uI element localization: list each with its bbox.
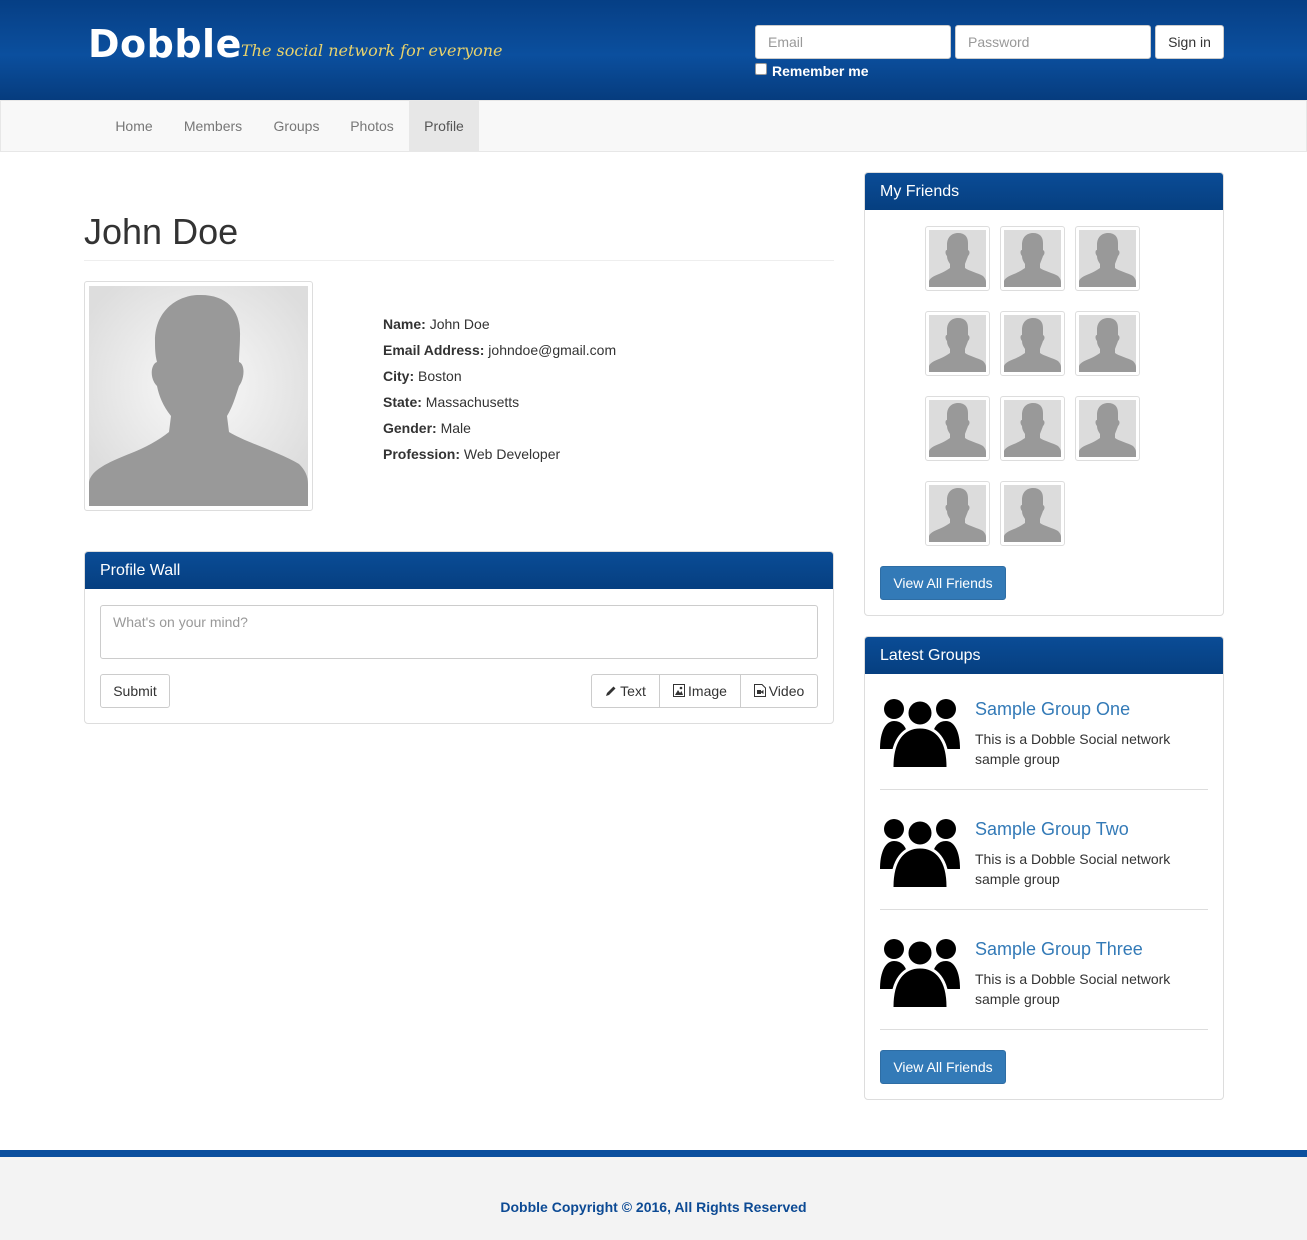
- status-textarea[interactable]: What's on your mind?: [100, 605, 818, 659]
- friend-thumbnail[interactable]: [925, 396, 990, 461]
- remember-me: Remember me: [755, 62, 869, 80]
- friend-avatar-icon: [1079, 230, 1136, 287]
- friend-thumbnail[interactable]: [1075, 226, 1140, 291]
- profile-field-name: Name: John Doe: [383, 316, 490, 332]
- latest-groups-title: Latest Groups: [865, 637, 1223, 674]
- friend-avatar-icon: [1079, 315, 1136, 372]
- nav-item-profile[interactable]: Profile: [409, 101, 479, 151]
- friend-thumbnail[interactable]: [1000, 311, 1065, 376]
- nav-item-photos[interactable]: Photos: [335, 101, 409, 151]
- friend-avatar-icon: [1004, 315, 1061, 372]
- friend-avatar-icon: [929, 400, 986, 457]
- video-file-icon: [753, 684, 766, 697]
- email-input[interactable]: [755, 25, 951, 59]
- friend-avatar-icon: [929, 315, 986, 372]
- group-description: This is a Dobble Social network sample g…: [975, 971, 1171, 1007]
- group-icon: [880, 937, 960, 1007]
- friend-thumbnail[interactable]: [1075, 311, 1140, 376]
- profile-field-city: City: Boston: [383, 368, 462, 384]
- group-divider: [880, 789, 1208, 790]
- site-logo[interactable]: Dobble: [88, 22, 242, 66]
- profile-field-gender: Gender: Male: [383, 420, 471, 436]
- group-divider: [880, 1029, 1208, 1030]
- friend-thumbnail[interactable]: [925, 481, 990, 546]
- nav-item-members[interactable]: Members: [168, 101, 258, 151]
- friend-thumbnail[interactable]: [1075, 396, 1140, 461]
- group-title-link[interactable]: Sample Group One: [975, 698, 1130, 720]
- signin-button[interactable]: Sign in: [1155, 25, 1224, 59]
- friend-thumbnail[interactable]: [925, 311, 990, 376]
- group-divider: [880, 909, 1208, 910]
- group-title-link[interactable]: Sample Group Two: [975, 818, 1129, 840]
- remember-me-checkbox[interactable]: [755, 63, 767, 75]
- friend-avatar-icon: [1079, 400, 1136, 457]
- profile-field-email: Email Address: johndoe@gmail.com: [383, 342, 617, 358]
- main-nav: Home Members Groups Photos Profile: [0, 100, 1307, 152]
- group-description: This is a Dobble Social network sample g…: [975, 851, 1171, 887]
- group-icon: [880, 817, 960, 887]
- friend-thumbnail[interactable]: [1000, 481, 1065, 546]
- friend-avatar-icon: [1004, 230, 1061, 287]
- footer-accent-bar: [0, 1150, 1307, 1157]
- friend-thumbnail[interactable]: [1000, 396, 1065, 461]
- group-icon: [880, 697, 960, 767]
- friend-avatar-icon: [929, 485, 986, 542]
- profile-avatar: [84, 281, 313, 511]
- post-image-button[interactable]: Image: [659, 674, 741, 708]
- site-tagline: The social network for everyone: [241, 41, 503, 60]
- friend-avatar-icon: [1004, 400, 1061, 457]
- group-description: This is a Dobble Social network sample g…: [975, 731, 1171, 767]
- page-title: John Doe: [84, 211, 239, 252]
- remember-me-label: Remember me: [772, 63, 869, 79]
- image-icon: [673, 684, 686, 697]
- password-input[interactable]: [955, 25, 1151, 59]
- submit-button[interactable]: Submit: [100, 674, 170, 708]
- profile-wall-title: Profile Wall: [85, 552, 833, 589]
- nav-item-groups[interactable]: Groups: [258, 101, 335, 151]
- view-all-groups-button[interactable]: View All Friends: [880, 1050, 1006, 1084]
- post-text-button[interactable]: Text: [591, 674, 660, 708]
- post-video-button[interactable]: Video: [740, 674, 818, 708]
- pencil-icon: [606, 686, 616, 696]
- group-title-link[interactable]: Sample Group Three: [975, 938, 1143, 960]
- copyright-text: Dobble Copyright © 2016, All Rights Rese…: [500, 1199, 807, 1215]
- profile-field-profession: Profession: Web Developer: [383, 446, 561, 462]
- friend-avatar-icon: [1004, 485, 1061, 542]
- friend-thumbnail[interactable]: [1000, 226, 1065, 291]
- view-all-friends-button[interactable]: View All Friends: [880, 566, 1006, 600]
- nav-item-home[interactable]: Home: [100, 101, 168, 151]
- my-friends-title: My Friends: [865, 173, 1223, 210]
- avatar-silhouette-icon: [89, 294, 308, 506]
- friend-thumbnail[interactable]: [925, 226, 990, 291]
- site-header: Dobble The social network for everyone S…: [0, 0, 1307, 100]
- friend-avatar-icon: [929, 230, 986, 287]
- title-divider: [84, 260, 834, 261]
- profile-field-state: State: Massachusetts: [383, 394, 520, 410]
